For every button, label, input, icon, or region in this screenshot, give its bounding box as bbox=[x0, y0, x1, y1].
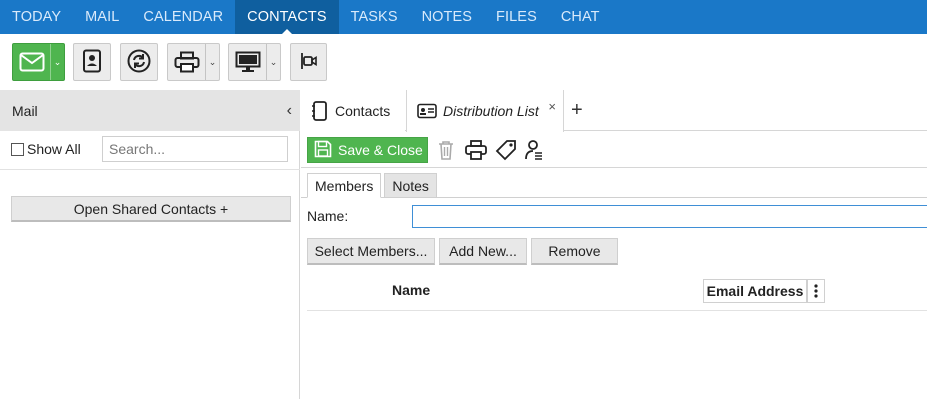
id-card-icon bbox=[417, 103, 437, 119]
divider bbox=[0, 169, 300, 170]
folder-pane: Show All Open Shared Contacts + bbox=[0, 131, 300, 399]
monitor-icon bbox=[229, 44, 266, 80]
add-tab-icon[interactable]: + bbox=[571, 99, 583, 122]
add-new-button[interactable]: Add New... bbox=[439, 238, 527, 265]
tab-notes[interactable]: Notes bbox=[384, 173, 437, 198]
checkbox-box[interactable] bbox=[11, 142, 24, 156]
sync-icon bbox=[127, 49, 151, 76]
tab-contacts[interactable]: Contacts bbox=[301, 90, 405, 131]
table-header-divider bbox=[307, 310, 927, 311]
address-book-icon bbox=[81, 49, 103, 76]
collapse-pane-icon[interactable]: ‹ bbox=[287, 102, 292, 120]
column-header-name[interactable]: Name bbox=[392, 282, 430, 298]
show-all-checkbox[interactable]: Show All bbox=[11, 141, 81, 157]
delete-icon[interactable] bbox=[435, 139, 457, 161]
nav-contacts[interactable]: CONTACTS bbox=[235, 0, 339, 34]
tab-members[interactable]: Members bbox=[307, 173, 382, 198]
name-field[interactable] bbox=[412, 205, 927, 228]
tab-contacts-label: Contacts bbox=[335, 102, 391, 119]
tag-icon[interactable] bbox=[495, 139, 517, 161]
contact-book-icon bbox=[311, 100, 329, 121]
video-call-button[interactable] bbox=[290, 43, 327, 81]
save-close-label: Save & Close bbox=[338, 142, 423, 158]
view-button[interactable]: ⌄ bbox=[228, 43, 281, 81]
print-button[interactable]: ⌄ bbox=[167, 43, 220, 81]
save-close-button[interactable]: Save & Close bbox=[307, 137, 428, 163]
assign-user-icon[interactable] bbox=[523, 139, 545, 161]
action-bar: Save & Close bbox=[301, 131, 927, 168]
nav-mail[interactable]: MAIL bbox=[73, 0, 131, 34]
name-label: Name: bbox=[307, 208, 349, 224]
mail-dropdown-icon[interactable]: ⌄ bbox=[50, 44, 64, 80]
save-icon bbox=[314, 140, 332, 161]
video-call-icon bbox=[299, 51, 319, 74]
column-header-email[interactable]: Email Address bbox=[703, 279, 807, 303]
new-mail-button[interactable]: ⌄ bbox=[12, 43, 65, 81]
sync-button[interactable] bbox=[120, 43, 158, 81]
nav-chat[interactable]: CHAT bbox=[549, 0, 612, 34]
mail-icon bbox=[13, 44, 50, 80]
top-navigation: TODAY MAIL CALENDAR CONTACTS TASKS NOTES… bbox=[0, 0, 927, 34]
nav-files[interactable]: FILES bbox=[484, 0, 549, 34]
open-shared-contacts-button[interactable]: Open Shared Contacts + bbox=[11, 196, 291, 222]
column-options-icon[interactable] bbox=[807, 279, 825, 303]
folder-pane-title: Mail bbox=[12, 102, 38, 119]
toolbar: ⌄ ⌄ ⌄ bbox=[0, 34, 927, 90]
printer-icon bbox=[168, 44, 205, 80]
tab-distribution-list[interactable]: Distribution List × bbox=[406, 90, 564, 132]
show-all-label: Show All bbox=[27, 141, 81, 157]
nav-notes[interactable]: NOTES bbox=[410, 0, 484, 34]
select-members-button[interactable]: Select Members... bbox=[307, 238, 435, 265]
form-tabs: Members Notes bbox=[307, 173, 437, 198]
tab-distribution-list-label: Distribution List bbox=[443, 103, 539, 119]
print-icon[interactable] bbox=[465, 139, 487, 161]
folder-pane-header: Mail ‹ bbox=[0, 90, 300, 131]
print-dropdown-icon[interactable]: ⌄ bbox=[205, 44, 219, 80]
view-dropdown-icon[interactable]: ⌄ bbox=[266, 44, 280, 80]
search-input[interactable] bbox=[102, 136, 288, 162]
nav-calendar[interactable]: CALENDAR bbox=[131, 0, 235, 34]
close-tab-icon[interactable]: × bbox=[548, 99, 556, 114]
remove-button[interactable]: Remove bbox=[531, 238, 618, 265]
address-book-button[interactable] bbox=[73, 43, 111, 81]
nav-today[interactable]: TODAY bbox=[0, 0, 73, 34]
tab-bar: Contacts Distribution List × + bbox=[301, 90, 927, 132]
nav-tasks[interactable]: TASKS bbox=[339, 0, 410, 34]
